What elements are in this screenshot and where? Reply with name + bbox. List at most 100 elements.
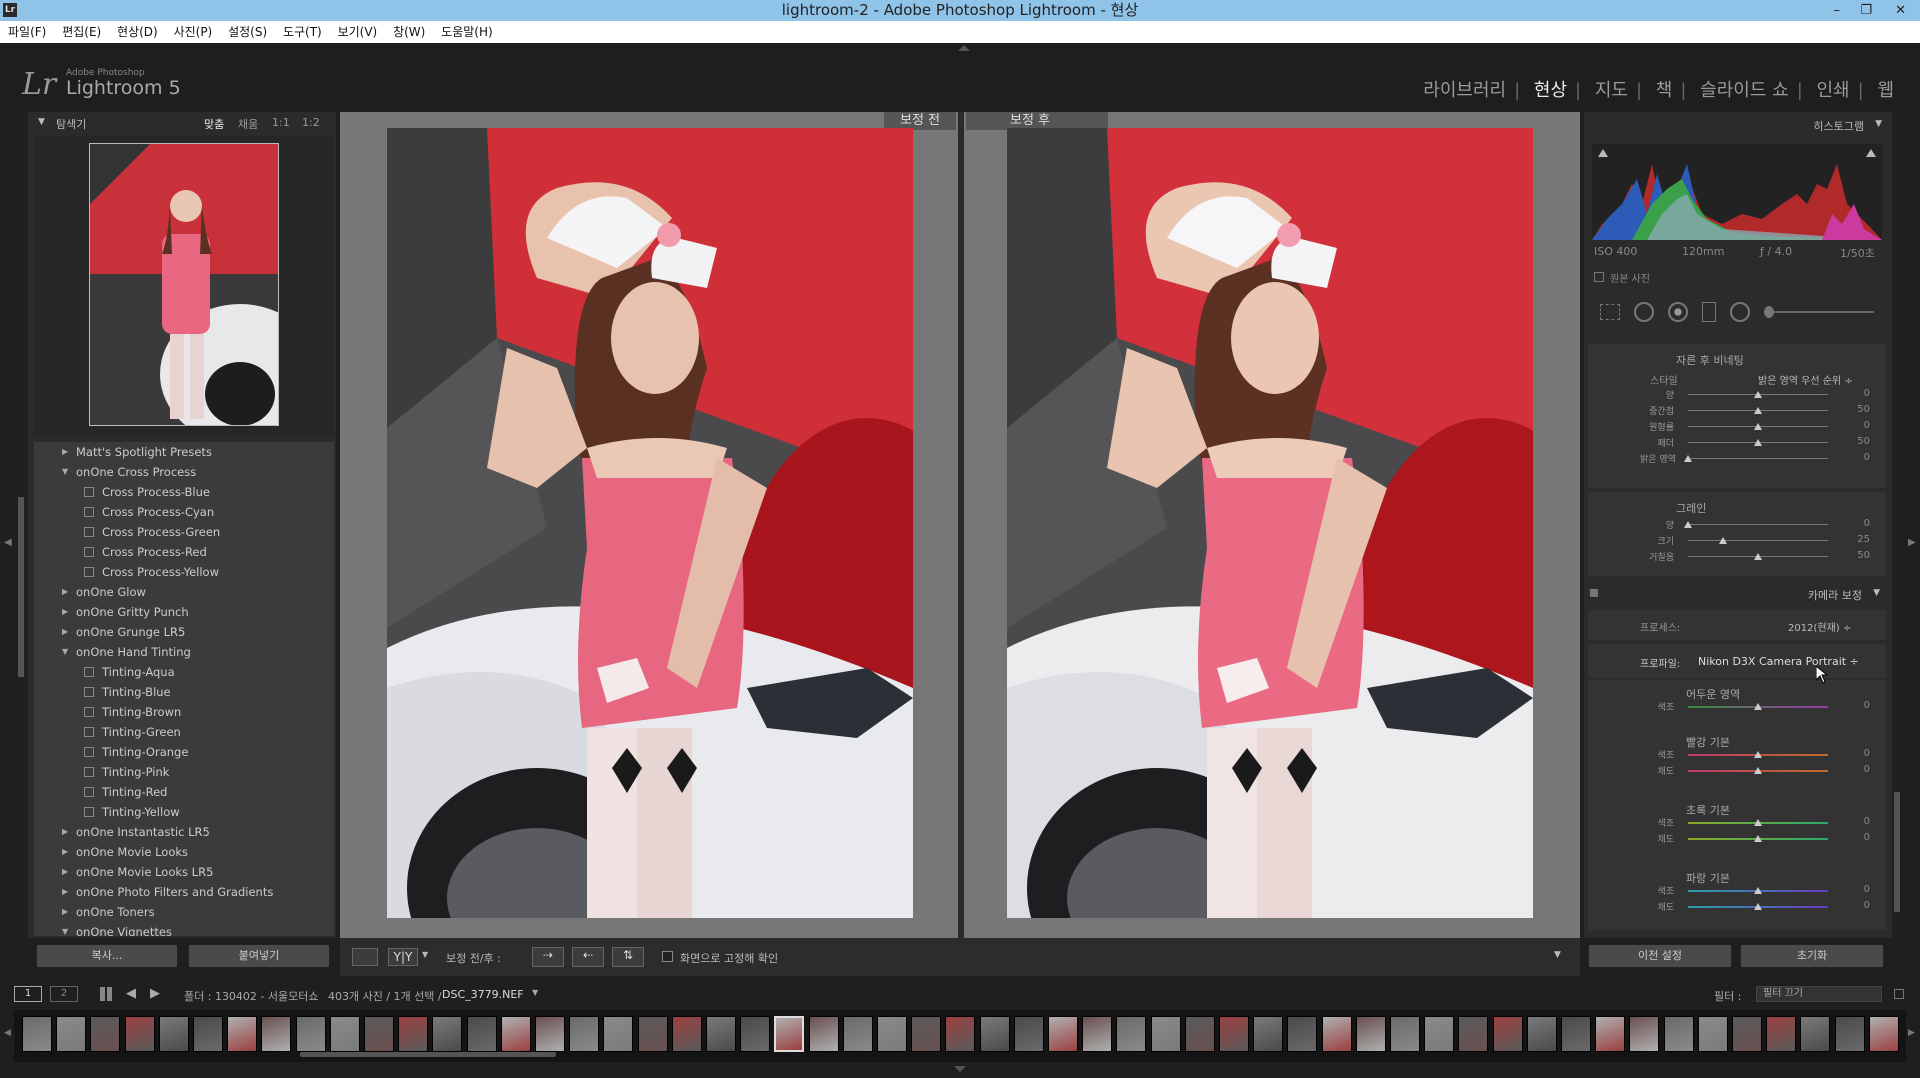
reset-button[interactable]: 초기화 [1740,944,1884,968]
brush-slider[interactable] [1764,311,1874,313]
preset-folder[interactable]: ▶ onOne Movie Looks [34,842,334,862]
filmstrip-thumbnail[interactable] [1492,1016,1523,1052]
slider-handle[interactable] [1754,903,1762,910]
filmstrip-thumbnail[interactable] [1629,1016,1660,1052]
preset-folder[interactable]: ▶ Matt's Spotlight Presets [34,442,334,462]
original-photo-checkbox[interactable] [1594,272,1604,282]
panel-switch-icon[interactable] [1590,589,1598,597]
zoom-1-1[interactable]: 1:1 [272,116,290,129]
filmstrip-thumbnail[interactable] [569,1016,600,1052]
navigator-toggle-icon[interactable]: ▼ [38,117,45,127]
minimize-button[interactable]: – [1834,0,1841,21]
filmstrip-source[interactable]: 폴더 : 130402 - 서울모터쇼 [184,988,319,1004]
navigator-thumbnail[interactable] [89,143,279,426]
slider-value[interactable]: 50 [1840,404,1870,415]
filter-select[interactable]: 필터 끄기 [1756,986,1882,1002]
histogram-toggle-icon[interactable]: ▼ [1875,119,1882,129]
slider-value[interactable]: 0 [1840,816,1870,827]
second-window-button[interactable]: 2 [50,986,78,1002]
slider-handle[interactable] [1754,819,1762,826]
slider-track[interactable] [1688,458,1828,459]
radial-filter-icon[interactable] [1730,302,1750,322]
filmstrip-thumbnail[interactable] [1048,1016,1078,1052]
copy-button[interactable]: 복사... [36,944,178,968]
collapse-bottom-icon[interactable] [954,1066,966,1072]
filmstrip-right-icon[interactable]: ▶ [1908,1028,1915,1038]
filmstrip-thumbnail[interactable] [329,1016,360,1052]
filmstrip-thumbnail[interactable] [1732,1016,1762,1052]
toolbar-menu-icon[interactable]: ▼ [1554,950,1561,960]
filmstrip-thumbnail[interactable] [671,1016,702,1052]
preset-item[interactable]: Cross Process-Red [34,542,334,562]
slider-value[interactable]: 0 [1840,388,1870,399]
grid-view-icon[interactable] [100,987,114,1001]
shadow-clipping-icon[interactable] [1598,149,1608,157]
highlight-clipping-icon[interactable] [1866,149,1876,157]
slider-value[interactable]: 0 [1840,452,1870,463]
loupe-view-icon[interactable] [352,948,378,966]
filmstrip-thumbnail[interactable] [911,1016,942,1052]
slider-handle[interactable] [1754,703,1762,710]
slider-handle[interactable] [1754,751,1762,758]
filmstrip-thumbnail[interactable] [1287,1016,1318,1052]
slider-value[interactable]: 0 [1840,518,1870,529]
filmstrip-thumbnail[interactable] [158,1016,189,1052]
copy-before-to-after-icon[interactable]: ⇢ [532,947,564,967]
slider-handle[interactable] [1754,887,1762,894]
filmstrip-filename[interactable]: DSC_3779.NEF [442,988,524,1001]
slider-handle[interactable] [1684,455,1692,462]
graduated-filter-icon[interactable] [1702,302,1716,322]
close-button[interactable]: ✕ [1895,0,1906,21]
filmstrip-thumbnail[interactable] [842,1016,873,1052]
menu-edit[interactable]: 편집(E) [62,25,101,39]
preset-folder[interactable]: ▼ onOne Cross Process [34,462,334,482]
filmstrip-thumbnail[interactable] [1082,1016,1113,1052]
filmstrip-thumbnail[interactable] [740,1016,771,1052]
menu-help[interactable]: 도움말(H) [441,25,493,39]
lock-checkbox[interactable] [662,951,673,962]
filmstrip-thumbnail[interactable] [227,1016,258,1052]
filmstrip-thumbnail[interactable] [1766,1016,1797,1052]
filmstrip-thumbnail[interactable] [535,1016,565,1052]
filmstrip-thumbnail[interactable] [193,1016,223,1052]
crop-tool-icon[interactable] [1600,304,1620,320]
preset-folder[interactable]: ▶ onOne Grunge LR5 [34,622,334,642]
filmstrip-thumbnail[interactable] [124,1016,155,1052]
slider-handle[interactable] [1754,391,1762,398]
back-arrow-icon[interactable]: ◀ [126,986,136,1001]
slider-value[interactable]: 0 [1840,764,1870,775]
slider-value[interactable]: 25 [1840,534,1870,545]
menu-tools[interactable]: 도구(T) [283,25,322,39]
filmstrip-thumbnail[interactable] [1219,1016,1249,1052]
histogram-graph[interactable] [1592,144,1882,240]
preset-item[interactable]: Tinting-Brown [34,702,334,722]
filter-lock-icon[interactable] [1894,989,1904,999]
dropdown-arrow-icon[interactable]: ▼ [422,950,428,959]
filmstrip-thumbnail[interactable] [22,1016,52,1052]
before-photo[interactable] [387,128,913,918]
preset-folder[interactable]: ▶ onOne Instantastic LR5 [34,822,334,842]
slider-value[interactable]: 0 [1840,420,1870,431]
slider-value[interactable]: 0 [1840,900,1870,911]
module-slideshow[interactable]: 슬라이드 쇼 [1700,80,1789,101]
slider-value[interactable]: 0 [1840,832,1870,843]
zoom-1-2[interactable]: 1:2 [302,116,320,129]
slider-handle[interactable] [1684,521,1692,528]
filmstrip-thumbnail[interactable] [1663,1016,1694,1052]
swap-icon[interactable]: ⇅ [612,947,644,967]
filmstrip-thumbnail[interactable] [1526,1016,1557,1052]
preset-item[interactable]: Tinting-Red [34,782,334,802]
main-window-button[interactable]: 1 [14,986,42,1002]
after-photo[interactable] [1007,128,1533,918]
filmstrip-thumbnail[interactable] [1458,1016,1489,1052]
filmstrip-thumbnail[interactable] [500,1016,531,1052]
module-book[interactable]: 책 [1656,80,1673,101]
module-web[interactable]: 웹 [1877,80,1894,101]
preset-item[interactable]: Cross Process-Yellow [34,562,334,582]
filmstrip-left-icon[interactable]: ◀ [4,1028,11,1038]
slider-track[interactable] [1688,524,1828,525]
filmstrip-thumbnail[interactable] [364,1016,394,1052]
collapse-right-icon[interactable]: ▶ [1908,537,1916,548]
process-select[interactable]: 2012(현재) ÷ [1788,619,1851,634]
before-after-mode-button[interactable]: Y|Y [388,948,418,966]
